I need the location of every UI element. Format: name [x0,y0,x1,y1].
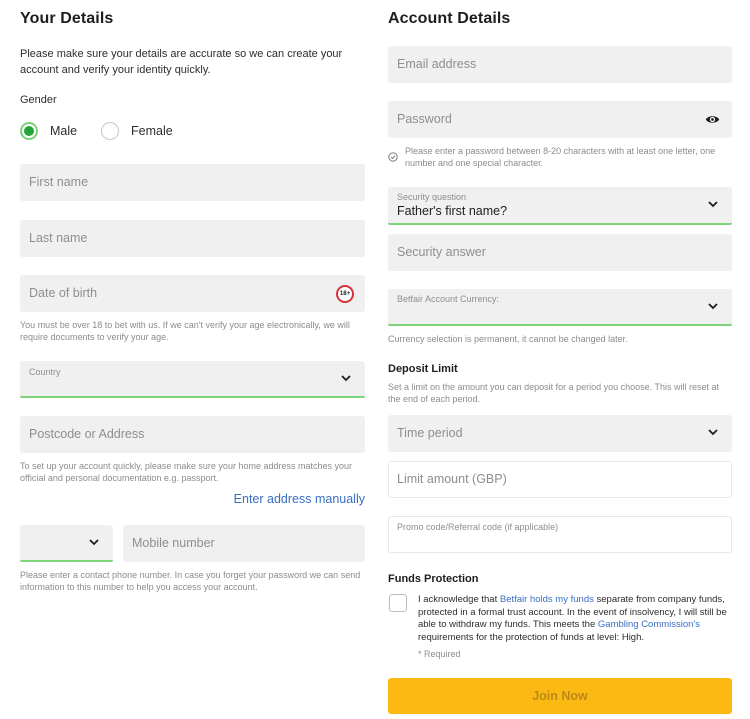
age-18-plus-icon: 18+ [336,285,354,303]
security-question-label: Security question [397,192,467,202]
currency-select[interactable]: Betfair Account Currency: [388,289,732,326]
betfair-holds-funds-link[interactable]: Betfair holds my funds [500,594,594,605]
time-period-placeholder: Time period [397,426,463,440]
chevron-down-icon [89,539,99,546]
join-now-button[interactable]: Join Now [388,678,732,714]
email-input[interactable]: Email address [388,46,732,83]
mobile-number-input[interactable]: Mobile number [123,525,365,562]
last-name-input[interactable]: Last name [20,220,365,257]
gender-label: Gender [20,94,57,106]
gambling-commission-link[interactable]: Gambling Commission's [598,619,700,630]
chevron-down-icon [708,303,718,310]
security-question-value: Father's first name? [397,204,508,218]
promo-code-label: Promo code/Referral code (if applicable) [397,522,559,532]
chevron-down-icon [341,375,351,382]
country-label: Country [29,367,61,377]
email-placeholder: Email address [397,57,477,71]
your-details-intro: Please make sure your details are accura… [20,48,343,76]
country-select[interactable]: Country [20,361,365,398]
required-note: * Required [418,649,461,659]
gender-female-label[interactable]: Female [131,124,173,138]
your-details-title: Your Details [20,10,114,27]
postcode-address-placeholder: Postcode or Address [29,427,145,441]
first-name-input[interactable]: First name [20,164,365,201]
gender-male-label[interactable]: Male [50,124,77,138]
first-name-placeholder: First name [29,175,89,189]
limit-amount-input[interactable]: Limit amount (GBP) [388,461,732,498]
password-input[interactable]: Password [388,101,732,138]
funds-text-part: requirements for the protection of funds… [418,631,645,643]
date-of-birth-hint: You must be over 18 to bet with us. If w… [20,320,350,342]
phone-hint: Please enter a contact phone number. In … [20,570,361,592]
postcode-address-input[interactable]: Postcode or Address [20,416,365,453]
security-answer-input[interactable]: Security answer [388,234,732,271]
funds-protection-title: Funds Protection [388,573,479,585]
funds-text-part: I acknowledge that [418,594,500,605]
enter-address-manually-link[interactable]: Enter address manually [234,492,365,506]
password-hint: Please enter a password between 8-20 cha… [405,146,716,168]
promo-code-input[interactable]: Promo code/Referral code (if applicable) [388,516,732,553]
funds-protection-text: I acknowledge that Betfair holds my fund… [418,594,732,644]
date-of-birth-input[interactable]: Date of birth 18+ [20,275,365,312]
deposit-limit-hint: Set a limit on the amount you can deposi… [388,382,720,404]
mobile-number-placeholder: Mobile number [132,536,215,550]
date-of-birth-placeholder: Date of birth [29,286,98,300]
deposit-limit-title: Deposit Limit [388,363,458,375]
last-name-placeholder: Last name [29,231,88,245]
currency-label: Betfair Account Currency: [397,294,500,304]
limit-amount-placeholder: Limit amount (GBP) [397,472,507,486]
check-circle-icon [388,152,398,162]
security-answer-placeholder: Security answer [397,245,486,259]
eye-icon[interactable] [705,114,720,125]
time-period-select[interactable]: Time period [388,415,732,452]
chevron-down-icon [708,429,718,436]
security-question-select[interactable]: Security question Father's first name? [388,187,732,225]
account-details-title: Account Details [388,10,511,27]
currency-hint: Currency selection is permanent, it cann… [388,334,628,344]
gender-female-radio[interactable] [101,122,119,140]
address-hint: To set up your account quickly, please m… [20,461,352,483]
gender-male-radio[interactable] [20,122,38,140]
funds-protection-checkbox[interactable] [389,594,407,612]
chevron-down-icon [708,201,718,208]
password-placeholder: Password [397,112,452,126]
phone-country-code-select[interactable] [20,525,113,562]
